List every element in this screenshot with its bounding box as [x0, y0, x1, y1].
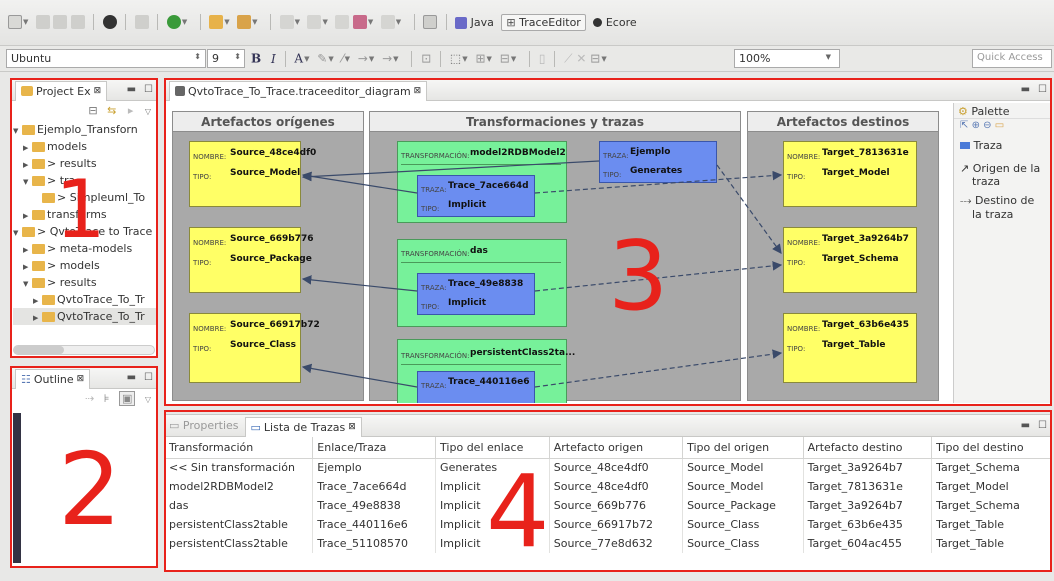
font-size-value: 9: [212, 52, 219, 65]
ecore-icon: [593, 18, 603, 27]
chevron-down-icon[interactable]: ▼: [393, 55, 398, 63]
separator: [199, 14, 201, 30]
run-icon[interactable]: [166, 15, 181, 29]
next-annotation-icon[interactable]: [279, 15, 294, 29]
separator: [411, 51, 413, 67]
separator: [125, 14, 127, 30]
annotation-number: 3: [608, 222, 669, 332]
format-icons: B I A▼ ✎▼ ⁄▼ →▼ →▼ ⊡ ⬚▼ ⊞▼ ⊟▼ ▯ ⟋ ✕ ⊟▼: [251, 51, 611, 67]
prev-annotation-icon[interactable]: [307, 15, 322, 29]
format-toolbar: Ubuntu ⬍ 9 ⬍ B I A▼ ✎▼ ⁄▼ →▼ →▼ ⊡ ⬚▼ ⊞▼ ⊟▼…: [0, 46, 1054, 72]
back-arrow-icon[interactable]: [352, 15, 367, 29]
chevron-down-icon[interactable]: ▼: [23, 18, 28, 26]
perspective-traceeditor[interactable]: ⊞ TraceEditor: [501, 13, 586, 31]
main-toolbar: ▼ ▼ ▼ ▼ ▼ ▼ ▼ ▼ Java ⊞ TraceEditor Ecore: [0, 0, 1054, 46]
separator: [413, 14, 415, 30]
separator: [270, 14, 272, 30]
zoom-select[interactable]: 100% ▼: [734, 49, 840, 68]
perspective-traceeditor-label: TraceEditor: [519, 15, 581, 29]
edit-icon[interactable]: [237, 15, 252, 29]
font-size-select[interactable]: 9 ⬍: [207, 49, 245, 68]
line-color-icon[interactable]: ⁄: [342, 52, 344, 66]
open-type-icon[interactable]: [209, 15, 224, 29]
grid-icon: ⊞: [506, 15, 516, 29]
open-perspective-icon[interactable]: [423, 15, 438, 29]
chevron-down-icon[interactable]: ▼: [224, 18, 229, 26]
chevron-down-icon[interactable]: ▼: [487, 55, 492, 63]
skip-icon[interactable]: [134, 15, 149, 29]
toolbar-icons: ▼ ▼ ▼ ▼ ▼ ▼ ▼ ▼ Java ⊞ TraceEditor Ecore: [8, 13, 637, 31]
chevron-down-icon[interactable]: ▼: [369, 55, 374, 63]
new-file-icon[interactable]: [8, 15, 22, 29]
arrow-style-icon[interactable]: →: [382, 52, 392, 66]
font-name-value: Ubuntu: [11, 52, 52, 65]
back-icon[interactable]: [335, 15, 350, 29]
chevron-down-icon[interactable]: ▼: [368, 18, 373, 26]
annotation-box: [164, 410, 1052, 572]
quick-access-placeholder: Quick Access: [977, 52, 1043, 63]
perspective-ecore[interactable]: Ecore: [593, 15, 637, 29]
chevron-down-icon[interactable]: ▼: [304, 55, 309, 63]
chevron-down-icon[interactable]: ▼: [396, 18, 401, 26]
chevron-down-icon[interactable]: ▼: [182, 18, 187, 26]
perspective-java-label: Java: [470, 15, 494, 29]
chevron-down-icon[interactable]: ▼: [322, 18, 327, 26]
separator: [157, 14, 159, 30]
save-icon[interactable]: [35, 15, 50, 29]
chevron-down-icon: ▼: [825, 53, 831, 61]
auto-size-icon[interactable]: ▯: [539, 52, 546, 66]
chevron-down-icon[interactable]: ▼: [345, 55, 350, 63]
fill-color-icon[interactable]: ✎: [317, 52, 327, 66]
chevron-down-icon[interactable]: ▼: [462, 55, 467, 63]
chevron-down-icon[interactable]: ▼: [511, 55, 516, 63]
perspective-java[interactable]: Java: [455, 16, 494, 29]
italic-button[interactable]: I: [271, 52, 276, 66]
separator: [445, 14, 447, 30]
separator: [554, 51, 556, 67]
arrange-icon[interactable]: ⬚: [450, 52, 461, 66]
font-color-icon[interactable]: A: [294, 52, 303, 66]
spinner-icon: ⬍: [194, 52, 201, 61]
separator: [284, 51, 286, 67]
chevron-down-icon[interactable]: ▼: [295, 18, 300, 26]
java-perspective-icon: [455, 16, 468, 29]
chevron-down-icon[interactable]: ▼: [252, 18, 257, 26]
debug-icon[interactable]: [102, 15, 117, 29]
chevron-down-icon[interactable]: ▼: [601, 55, 606, 63]
align-icon[interactable]: ⊞: [475, 52, 485, 66]
delete-route-icon[interactable]: ✕: [576, 52, 586, 66]
chevron-down-icon[interactable]: ▼: [328, 55, 333, 63]
bold-button[interactable]: B: [251, 52, 261, 66]
zoom-value: 100%: [739, 52, 771, 65]
print-icon[interactable]: [70, 15, 85, 29]
separator: [529, 51, 531, 67]
quick-access-input[interactable]: Quick Access: [972, 49, 1052, 68]
distribute-icon[interactable]: ⊟: [500, 52, 510, 66]
layout-icon[interactable]: ⊟: [590, 52, 600, 66]
annotation-number: 1: [55, 163, 106, 256]
route-icon[interactable]: ⟋: [564, 52, 572, 66]
line-style-icon[interactable]: →: [358, 52, 368, 66]
annotation-number: 4: [486, 453, 550, 570]
forward-arrow-icon[interactable]: [380, 15, 395, 29]
separator: [440, 51, 442, 67]
save-all-icon[interactable]: [53, 15, 68, 29]
select-all-icon[interactable]: ⊡: [421, 52, 431, 66]
font-name-select[interactable]: Ubuntu ⬍: [6, 49, 206, 68]
annotation-number: 2: [58, 431, 122, 548]
spinner-icon: ⬍: [234, 52, 241, 61]
perspective-ecore-label: Ecore: [605, 15, 637, 29]
separator: [93, 14, 95, 30]
